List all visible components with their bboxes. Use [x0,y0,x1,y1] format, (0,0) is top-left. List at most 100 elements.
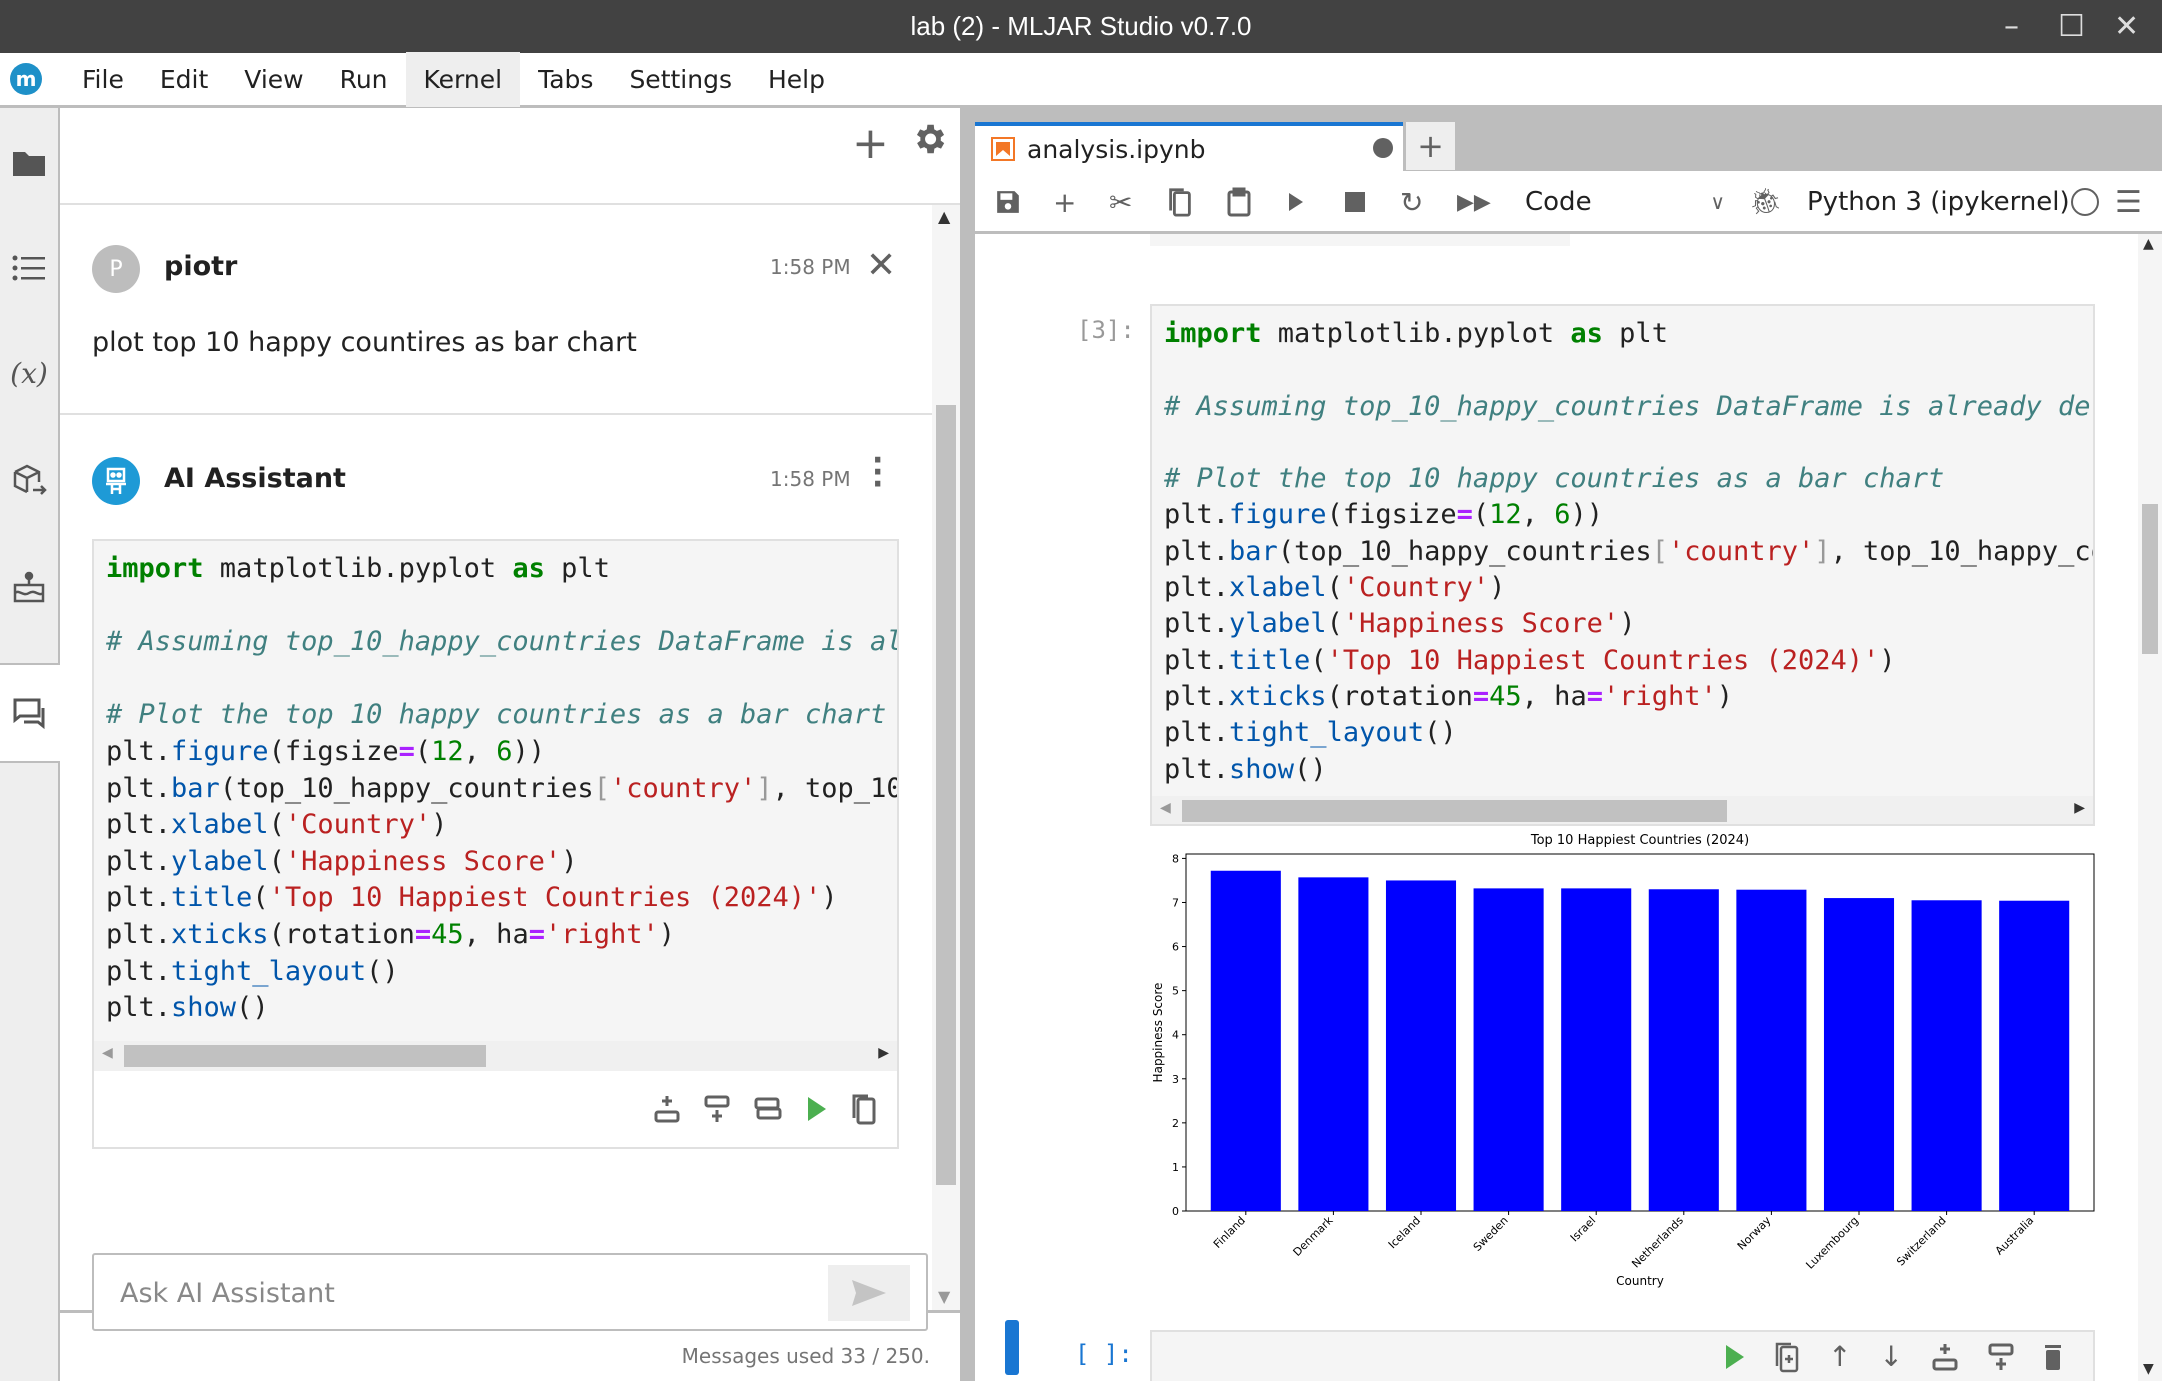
insert-below-icon[interactable] [1987,1342,2015,1372]
minimize-button[interactable]: – [2004,0,2019,53]
code-line: plt.ylabel('Happiness Score') [1164,606,2093,642]
delete-cell-icon[interactable] [2043,1342,2063,1372]
stop-button[interactable] [1345,183,1365,221]
run-all-button[interactable]: ▶▶ [1457,183,1491,221]
copy-icon[interactable] [851,1093,877,1125]
more-options-button[interactable]: · · · [872,446,883,500]
code-line: plt.xticks(rotation=45, ha='right') [106,917,897,954]
gear-icon [916,124,945,154]
run-cell-icon[interactable] [1724,1343,1746,1371]
run-code-icon[interactable] [805,1094,829,1124]
tab-analysis[interactable]: analysis.ipynb [975,122,1403,172]
menu-file[interactable]: File [64,52,142,107]
y-axis-label: Happiness Score [1151,983,1165,1083]
user-message: P piotr 1:58 PM ✕ plot top 10 happy coun… [60,205,932,415]
close-window-button[interactable]: ✕ [2114,0,2139,53]
save-icon [997,191,1019,213]
unsaved-dot-icon[interactable] [1373,138,1393,158]
x-tick-label: Switzerland [1894,1214,1949,1269]
move-up-icon[interactable]: ↑ [1828,1340,1851,1373]
move-down-icon[interactable]: ↓ [1880,1340,1903,1373]
bar [1298,877,1369,1211]
scroll-thumb[interactable] [1182,800,1727,822]
bar [1823,898,1895,1211]
insert-below-icon[interactable] [703,1094,731,1124]
code-text: import matplotlib.pyplot as plt # Assumi… [94,541,897,1027]
duplicate-cell-icon[interactable] [1774,1341,1800,1373]
settings-button[interactable] [910,120,948,168]
kernel-name[interactable]: Python 3 (ipykernel) [1807,183,2070,221]
notebook-vertical-scrollbar[interactable]: ▲ ▼ [2138,234,2162,1381]
code-token: plt. [1164,535,1230,567]
fast-forward-icon: ▶▶ [1457,189,1491,215]
new-chat-button[interactable]: + [852,118,889,169]
insert-above-icon[interactable] [653,1094,681,1124]
code-actions [653,1093,877,1125]
restart-button[interactable]: ↻ [1400,183,1423,221]
chat-vertical-scrollbar[interactable]: ▲ ▼ [932,205,960,1310]
horizontal-scrollbar[interactable]: ◀ ▶ [1152,796,2093,824]
maximize-icon: ☐ [2058,9,2085,44]
scroll-thumb[interactable] [2142,504,2158,654]
copy-button[interactable] [1167,183,1193,221]
scroll-thumb[interactable] [936,405,956,1185]
code-token: ) [1716,680,1734,712]
x-tick-label: Australia [1993,1214,2037,1258]
ask-ai-input[interactable] [120,1273,800,1313]
code-token: () [1424,717,1457,749]
code-token: 'country' [1667,535,1815,567]
menu-view[interactable]: View [226,52,321,107]
code-token: bar [171,772,220,804]
paste-button[interactable] [1226,183,1252,221]
cut-button[interactable]: ✂ [1109,183,1132,221]
new-tab-button[interactable]: + [1406,122,1455,170]
scroll-thumb[interactable] [124,1045,486,1067]
panel-splitter[interactable] [960,108,975,1381]
menu-help[interactable]: Help [750,52,843,107]
code-line: plt.figure(figsize=(12, 6)) [1164,497,2093,533]
code-line: plt.tight_layout() [1164,715,2093,751]
usage-counter: Messages used 33 / 250. [681,1344,930,1368]
tab-bar: analysis.ipynb + [975,108,2162,172]
y-tick-label: 4 [1172,1029,1179,1042]
run-button[interactable] [1287,183,1305,221]
code-cell[interactable]: import matplotlib.pyplot as plt # Assumi… [1150,304,2095,826]
cell-type-select[interactable]: Code ∨ [1525,183,1725,221]
package-icon[interactable] [0,450,58,510]
folder-icon[interactable] [0,133,58,193]
maximize-button[interactable]: ☐ [2058,0,2085,53]
insert-above-icon[interactable] [1931,1342,1959,1372]
code-line: # Assuming top_10_happy_countries DataFr… [1164,389,2093,425]
x-axis-label: Country [1616,1274,1664,1288]
menu-run[interactable]: Run [322,52,406,107]
new-cell-prompt: [ ]: [1075,1340,1133,1368]
debugger-button[interactable]: 🐞︎ [1749,183,1782,221]
window-titlebar: lab (2) - MLJAR Studio v0.7.0 [0,0,2162,53]
empty-code-cell[interactable]: ↑ ↓ [1150,1330,2095,1381]
delete-message-button[interactable]: ✕ [866,245,896,286]
menu-edit[interactable]: Edit [142,52,226,107]
cake-icon[interactable] [0,558,58,618]
chat-icon[interactable] [0,663,60,763]
code-token: 'Country' [1342,572,1490,604]
horizontal-scrollbar[interactable]: ◀ ▶ [94,1041,897,1071]
menu-tabs[interactable]: Tabs [520,52,611,107]
code-token: ( [1326,572,1343,604]
variables-glyph: (x) [10,356,48,390]
save-button[interactable] [995,183,1021,221]
send-button[interactable] [828,1265,910,1321]
toc-icon[interactable] [0,238,58,298]
variables-icon[interactable]: (x) [0,343,58,403]
x-tick-label: Sweden [1471,1214,1511,1254]
code-area[interactable]: import matplotlib.pyplot as plt # Assumi… [94,541,897,1071]
menu-kernel[interactable]: Kernel [405,51,521,107]
replace-cell-icon[interactable] [753,1096,783,1122]
code-token: matplotlib.pyplot [203,553,513,584]
code-token: plt. [1164,608,1230,640]
menu-settings[interactable]: Settings [611,52,750,107]
insert-cell-button[interactable]: + [1053,183,1076,221]
menu-icon[interactable]: ☰ [2115,183,2142,221]
active-cell-marker [1005,1320,1019,1375]
